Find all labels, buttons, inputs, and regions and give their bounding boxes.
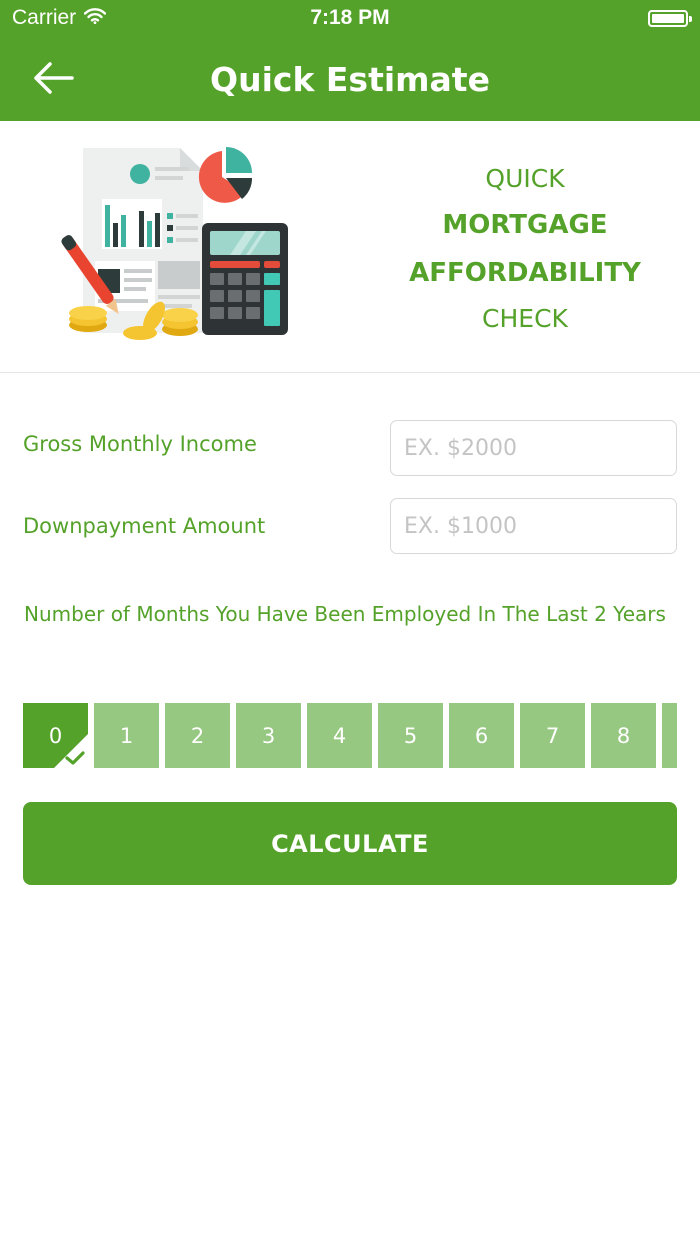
hero-line-quick: QUICK — [485, 164, 565, 193]
month-option-9[interactable]: 9 — [662, 703, 677, 768]
status-bar: Carrier 7:18 PM — [0, 0, 700, 40]
checkmark-icon — [65, 751, 85, 765]
month-option-2[interactable]: 2 — [165, 703, 230, 768]
month-option-label: 3 — [261, 723, 276, 748]
months-employed-question: Number of Months You Have Been Employed … — [24, 602, 666, 626]
hero-line-mortgage: MORTGAGE — [442, 210, 608, 240]
month-option-0[interactable]: 0 — [23, 703, 88, 768]
month-option-label: 7 — [545, 723, 560, 748]
month-option-7[interactable]: 7 — [520, 703, 585, 768]
battery-icon — [648, 10, 692, 27]
hero-line-affordability: AFFORDABILITY — [409, 258, 641, 288]
months-selector[interactable]: 0 1 2 3 4 5 6 7 8 9 — [23, 703, 677, 768]
gross-income-label: Gross Monthly Income — [23, 432, 257, 456]
month-option-label: 8 — [616, 723, 631, 748]
app-header: Carrier 7:18 PM Quick Estimate — [0, 0, 700, 121]
month-option-3[interactable]: 3 — [236, 703, 301, 768]
hero-headline: QUICK MORTGAGE AFFORDABILITY CHECK — [390, 157, 660, 341]
hero-line-check: CHECK — [482, 304, 568, 333]
clock: 7:18 PM — [310, 6, 390, 29]
month-option-5[interactable]: 5 — [378, 703, 443, 768]
month-option-label: 1 — [119, 723, 134, 748]
hero-banner: QUICK MORTGAGE AFFORDABILITY CHECK — [0, 121, 700, 373]
month-option-4[interactable]: 4 — [307, 703, 372, 768]
month-option-8[interactable]: 8 — [591, 703, 656, 768]
months-strip: 0 1 2 3 4 5 6 7 8 9 — [23, 703, 677, 768]
month-option-label: 4 — [332, 723, 347, 748]
month-option-label: 2 — [190, 723, 205, 748]
nav-bar: Quick Estimate — [0, 40, 700, 121]
month-option-label: 6 — [474, 723, 489, 748]
calculate-button[interactable]: CALCULATE — [23, 802, 677, 885]
gross-income-input[interactable] — [390, 420, 677, 476]
month-option-label: 5 — [403, 723, 418, 748]
month-option-label: 0 — [48, 723, 63, 748]
month-option-6[interactable]: 6 — [449, 703, 514, 768]
month-option-1[interactable]: 1 — [94, 703, 159, 768]
downpayment-input[interactable] — [390, 498, 677, 554]
finance-illustration-icon — [61, 147, 288, 340]
page-title: Quick Estimate — [210, 60, 490, 99]
downpayment-label: Downpayment Amount — [23, 514, 266, 538]
